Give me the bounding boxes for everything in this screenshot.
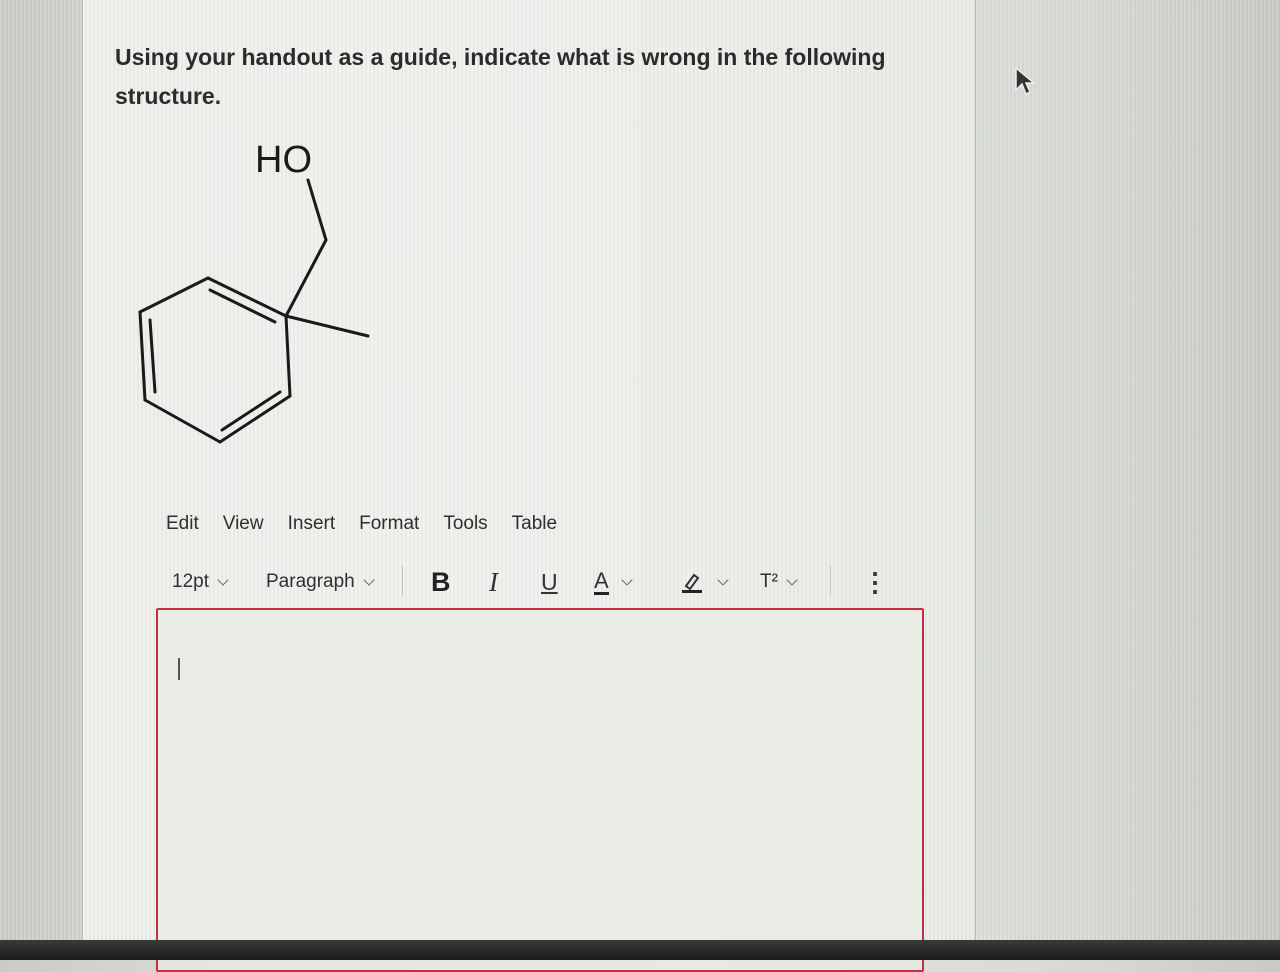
screen-bezel — [0, 940, 1280, 960]
menu-edit[interactable]: Edit — [166, 513, 199, 535]
chevron-down-icon — [621, 573, 633, 586]
editor-toolbar: 12pt Paragraph B I U A T² ⋮ — [172, 562, 892, 602]
underline-button[interactable]: U — [541, 562, 558, 602]
font-size-value: 12pt — [172, 571, 209, 592]
menu-tools[interactable]: Tools — [443, 513, 487, 535]
menu-insert[interactable]: Insert — [288, 513, 336, 535]
italic-button[interactable]: I — [489, 562, 498, 602]
menu-table[interactable]: Table — [512, 513, 557, 535]
highlight-color-button[interactable] — [679, 562, 729, 602]
more-options-button[interactable]: ⋮ — [862, 562, 888, 602]
chevron-down-icon — [786, 573, 798, 586]
menu-view[interactable]: View — [223, 513, 264, 535]
text-color-icon: A — [594, 567, 609, 595]
question-text: Using your handout as a guide, indicate … — [115, 38, 895, 116]
block-format-select[interactable]: Paragraph — [266, 562, 375, 602]
question-line-2: structure. — [115, 83, 222, 109]
chemical-structure-image: HO — [138, 139, 370, 444]
chevron-down-icon — [363, 573, 375, 586]
toolbar-divider — [402, 566, 403, 596]
more-vertical-icon: ⋮ — [862, 566, 888, 597]
block-format-value: Paragraph — [266, 571, 355, 592]
superscript-button[interactable]: T² — [760, 562, 798, 602]
question-line-1: Using your handout as a guide, indicate … — [115, 44, 886, 70]
italic-icon: I — [489, 566, 498, 597]
bold-button[interactable]: B — [431, 562, 451, 602]
answer-text-area[interactable] — [156, 608, 924, 972]
hydroxyl-label: HO — [255, 139, 312, 181]
superscript-icon: T² — [760, 571, 778, 592]
underline-icon: U — [541, 568, 558, 595]
font-size-select[interactable]: 12pt — [172, 562, 229, 602]
text-color-button[interactable]: A — [594, 562, 633, 602]
bold-icon: B — [431, 566, 451, 597]
chevron-down-icon — [217, 573, 229, 586]
mouse-pointer-icon — [1015, 66, 1036, 96]
text-caret — [178, 658, 180, 680]
chevron-down-icon — [717, 573, 729, 586]
highlighter-icon — [682, 573, 702, 593]
menu-format[interactable]: Format — [359, 513, 419, 535]
editor-menubar: Edit View Insert Format Tools Table — [166, 513, 581, 535]
toolbar-divider — [830, 566, 831, 596]
